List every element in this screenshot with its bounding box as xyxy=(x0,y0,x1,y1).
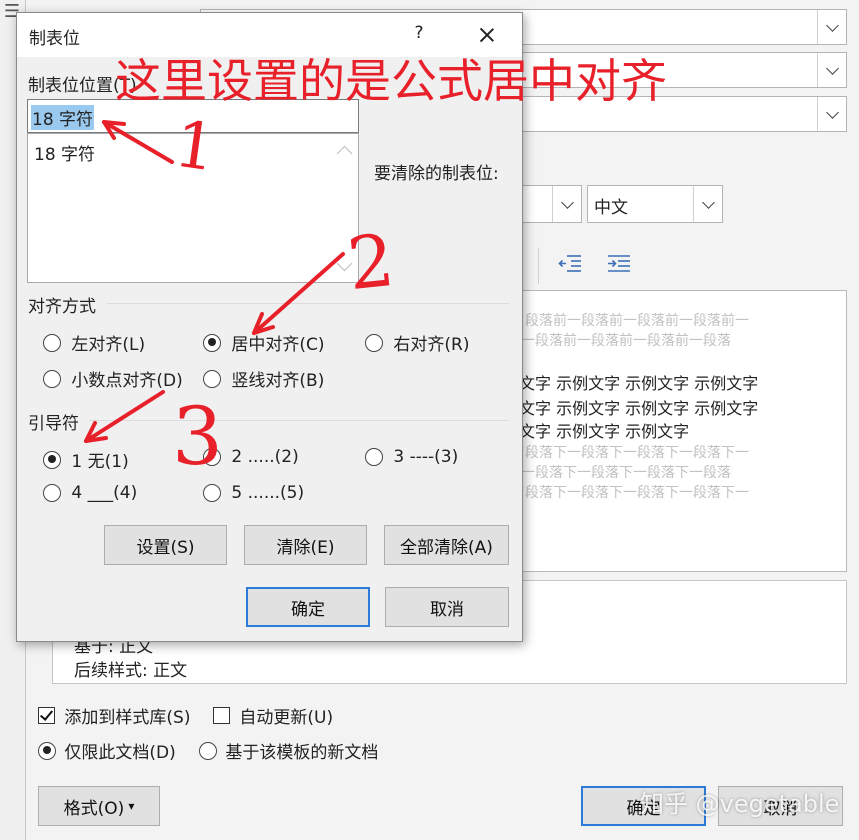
annotation-arrow-2 xyxy=(252,252,345,335)
annotation-arrows xyxy=(84,120,345,443)
annotation-arrow-1 xyxy=(102,120,174,164)
watermark: 知乎 @vegetable xyxy=(640,790,840,818)
annotation-mark-3: 3 xyxy=(172,390,223,483)
annotation-mark-2: 2 xyxy=(343,217,399,307)
annotation-arrow-3 xyxy=(84,390,165,443)
